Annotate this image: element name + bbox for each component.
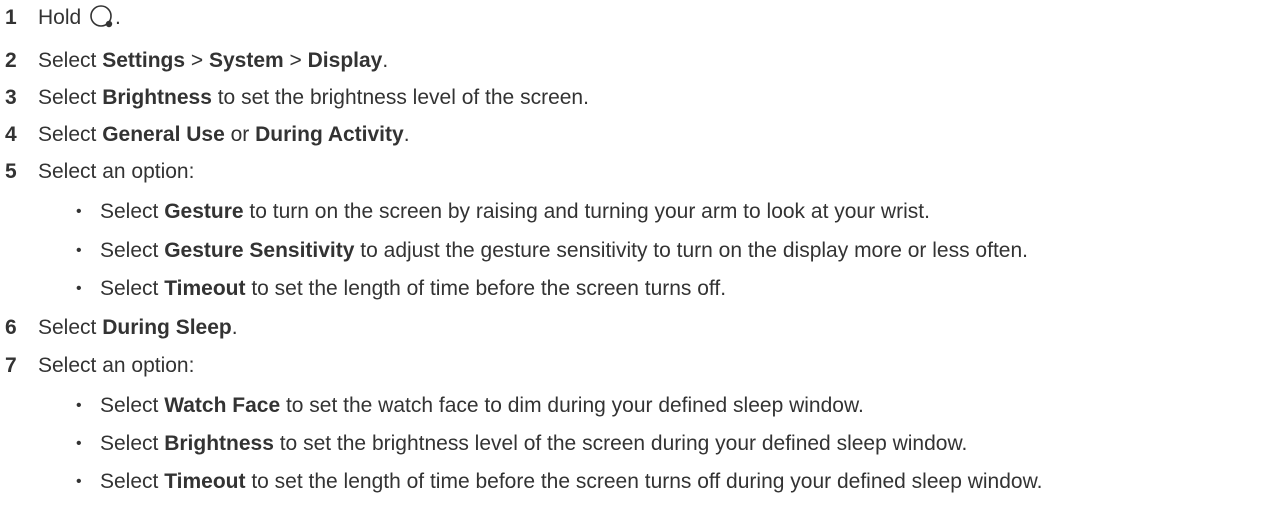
text-fragment: Select <box>100 470 165 493</box>
text-fragment: to set the length of time before the scr… <box>245 277 727 300</box>
text-fragment: to turn on the screen by raising and tur… <box>243 200 930 223</box>
menu-term-display: Display <box>307 49 383 72</box>
step-text: Select an option: <box>38 160 195 183</box>
step-label: Hold <box>38 6 82 29</box>
step-number: 3 <box>5 86 17 109</box>
bullet-text: Select Timeout to set the length of time… <box>100 465 1042 499</box>
text-fragment: to adjust the gesture sensitivity to tur… <box>354 239 1028 262</box>
text-fragment: to set the length of time before the scr… <box>245 470 1043 493</box>
menu-term: Timeout <box>164 277 246 300</box>
menu-term: Watch Face <box>164 394 281 417</box>
text-fragment: to set the brightness level of the scree… <box>273 432 968 455</box>
bullet-icon: • <box>76 473 82 490</box>
bullet-text: Select Gesture Sensitivity to adjust the… <box>100 234 1028 268</box>
step-text: Select Settings > System > Display. <box>38 44 388 78</box>
text-fragment: . <box>231 316 238 339</box>
bullet-icon: • <box>76 242 82 259</box>
bullet-icon: • <box>76 435 82 452</box>
text-fragment: or <box>224 123 256 146</box>
step-text: Select an option: <box>38 354 195 377</box>
step-punct: . <box>115 6 121 29</box>
menu-term-brightness: Brightness <box>102 86 212 109</box>
text-fragment: > <box>283 49 308 72</box>
menu-term: Timeout <box>164 470 246 493</box>
menu-term: Gesture Sensitivity <box>164 239 355 262</box>
text-fragment: Select <box>100 239 165 262</box>
menu-term-system: System <box>208 49 284 72</box>
text-fragment: Select <box>38 123 103 146</box>
step-text: Hold . <box>38 1 121 41</box>
text-fragment: Select <box>38 316 103 339</box>
menu-term-during-sleep: During Sleep <box>102 316 232 339</box>
bullet-text: Select Gesture to turn on the screen by … <box>100 195 930 229</box>
text-fragment: Select <box>100 432 165 455</box>
bullet-text: Select Watch Face to set the watch face … <box>100 389 864 423</box>
step-number: 6 <box>5 316 17 339</box>
text-fragment: . <box>382 49 389 72</box>
watch-button-icon <box>89 4 115 41</box>
menu-term-during-activity: During Activity <box>255 123 404 146</box>
menu-term-settings: Settings <box>102 49 186 72</box>
bullet-icon: • <box>76 280 82 297</box>
text-fragment: Select <box>100 200 165 223</box>
menu-term: Gesture <box>164 200 244 223</box>
text-fragment: to set the brightness level of the scree… <box>211 86 589 109</box>
text-fragment: Select <box>100 277 165 300</box>
menu-term-general-use: General Use <box>102 123 225 146</box>
text-fragment: Select <box>38 86 103 109</box>
step-number: 1 <box>5 6 17 29</box>
text-fragment: Select <box>38 49 103 72</box>
step-number: 2 <box>5 49 17 72</box>
bullet-icon: • <box>76 397 82 414</box>
step-text: Select Brightness to set the brightness … <box>38 81 589 115</box>
bullet-text: Select Timeout to set the length of time… <box>100 272 726 306</box>
text-fragment: > <box>185 49 209 72</box>
text-fragment: . <box>403 123 410 146</box>
step-text: Select During Sleep. <box>38 311 238 345</box>
step-number: 4 <box>5 123 17 146</box>
step-number: 7 <box>5 354 17 377</box>
bullet-text: Select Brightness to set the brightness … <box>100 427 967 461</box>
bullet-icon: • <box>76 203 82 220</box>
text-fragment: Select <box>100 394 165 417</box>
menu-term: Brightness <box>164 432 274 455</box>
step-number: 5 <box>5 160 17 183</box>
text-fragment: to set the watch face to dim during your… <box>280 394 864 417</box>
step-text: Select General Use or During Activity. <box>38 118 410 152</box>
